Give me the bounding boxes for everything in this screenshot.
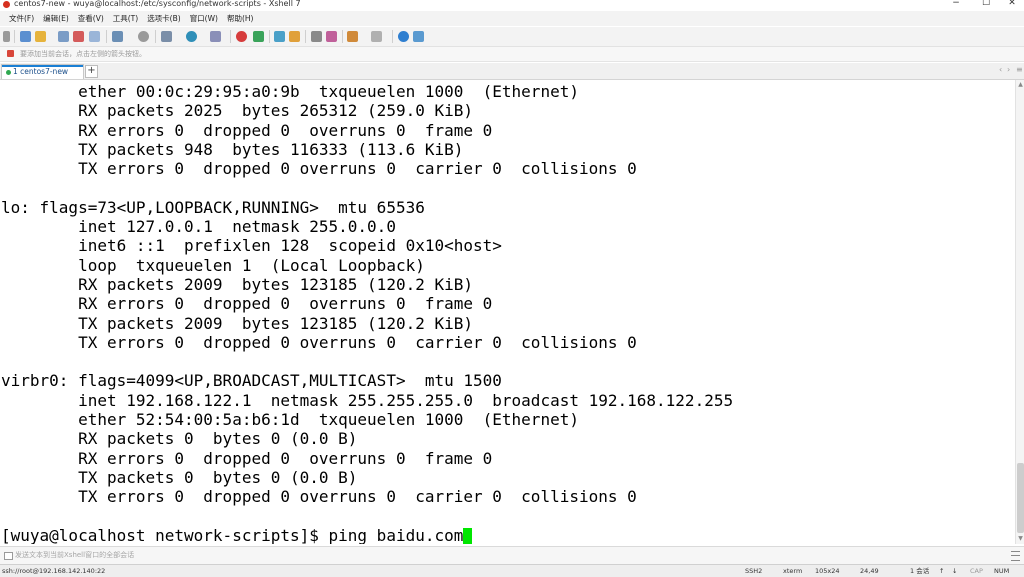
tab-centos7-new[interactable]: 1 centos7-new: [1, 64, 84, 79]
shell-prompt: [wuya@localhost network-scripts]$: [1, 525, 329, 544]
tab-scroll-left-icon[interactable]: ‹: [999, 65, 1002, 74]
menu-help[interactable]: 帮助(H): [223, 11, 259, 26]
terminal-line: inet 192.168.122.1 netmask 255.255.255.0…: [1, 390, 734, 410]
terminal-line: RX packets 0 bytes 0 (0.0 B): [1, 429, 358, 449]
highlight-icon[interactable]: [326, 31, 337, 42]
terminal-line: TX errors 0 dropped 0 overruns 0 carrier…: [1, 332, 637, 352]
num-lock-indicator: NUM: [994, 567, 1010, 575]
menu-edit[interactable]: 编辑(E): [39, 11, 74, 26]
xshell-logo-icon: [3, 1, 10, 8]
new-tab-button[interactable]: +: [85, 65, 98, 78]
compose-menu-icon[interactable]: [1011, 551, 1020, 561]
menu-bar: 文件(F) 编辑(E) 查看(V) 工具(T) 选项卡(B) 窗口(W) 帮助(H): [0, 11, 1024, 26]
compose-placeholder: 发送文本到当前Xshell窗口的全部会话: [15, 551, 135, 559]
terminal-line: virbr0: flags=4099<UP,BROADCAST,MULTICAS…: [1, 371, 502, 391]
toolbar-separator: [392, 30, 393, 43]
keyboard-icon[interactable]: [311, 31, 322, 42]
terminal-line: TX errors 0 dropped 0 overruns 0 carrier…: [1, 487, 637, 507]
tile-windows-icon[interactable]: [371, 31, 382, 42]
terminal-type-status: xterm: [783, 567, 803, 575]
cursor-position-status: 24,49: [860, 567, 879, 575]
status-bar: ssh://root@192.168.142.140:22 SSH2 xterm…: [0, 564, 1024, 577]
toolbar-separator: [14, 30, 15, 43]
menu-tools[interactable]: 工具(T): [109, 11, 143, 26]
hint-text: 要添加当前会话，点击左侧的箭头按钮。: [20, 50, 146, 58]
maximize-button[interactable]: ☐: [976, 0, 996, 10]
toolbar-separator: [269, 30, 270, 43]
properties-icon[interactable]: [89, 31, 100, 42]
terminal-pane[interactable]: ether 00:0c:29:95:a0:9b txqueuelen 1000 …: [0, 80, 1014, 544]
close-button[interactable]: ✕: [1002, 0, 1022, 10]
globe-icon[interactable]: [186, 31, 197, 42]
bookmark-icon[interactable]: [7, 50, 14, 57]
menu-view[interactable]: 查看(V): [74, 11, 109, 26]
vertical-scrollbar[interactable]: ▲ ▼: [1015, 80, 1024, 544]
transfer-icon[interactable]: [112, 31, 123, 42]
scroll-down-icon[interactable]: ▼: [1017, 535, 1024, 543]
download-arrow-icon: ↓: [952, 567, 958, 575]
terminal-line: inet 127.0.0.1 netmask 255.0.0.0: [1, 217, 396, 237]
minimize-button[interactable]: −: [946, 0, 966, 10]
terminal-cursor: [463, 527, 473, 544]
terminal-line: ether 00:0c:29:95:a0:9b txqueuelen 1000 …: [1, 82, 579, 101]
toolbar: [0, 27, 1024, 47]
menu-tabs[interactable]: 选项卡(B): [143, 11, 186, 26]
caps-lock-indicator: CAP: [970, 567, 983, 575]
toolbar-separator: [305, 30, 306, 43]
lock-icon[interactable]: [289, 31, 300, 42]
terminal-line: TX errors 0 dropped 0 overruns 0 carrier…: [1, 159, 637, 179]
terminal-line: ether 52:54:00:5a:b6:1d txqueuelen 1000 …: [1, 410, 579, 430]
session-count-status: 1 会话: [910, 567, 930, 575]
script-icon[interactable]: [347, 31, 358, 42]
terminal-line: RX errors 0 dropped 0 overruns 0 frame 0: [1, 448, 493, 468]
terminal-size-status: 105x24: [815, 567, 840, 575]
upload-arrow-icon: ↑: [939, 567, 945, 575]
terminal-line: inet6 ::1 prefixlen 128 scopeid 0x10<hos…: [1, 236, 502, 256]
command-input[interactable]: ping baidu.com: [329, 526, 464, 544]
terminal-line: loop txqueuelen 1 (Local Loopback): [1, 255, 425, 275]
protocol-status: SSH2: [745, 567, 763, 575]
menu-file[interactable]: 文件(F): [5, 11, 39, 26]
xftp-icon[interactable]: [253, 31, 264, 42]
scrollbar-thumb[interactable]: [1017, 463, 1024, 533]
reconnect-icon[interactable]: [58, 31, 69, 42]
compose-bar[interactable]: 发送文本到当前Xshell窗口的全部会话: [0, 546, 1024, 564]
toolbar-separator: [342, 30, 343, 43]
terminal-line: RX errors 0 dropped 0 overruns 0 frame 0: [1, 120, 493, 140]
compose-icon: [4, 552, 13, 560]
toolbar-grip-icon: [3, 31, 10, 42]
connected-status-icon: [6, 70, 11, 75]
window-title: centos7-new - wuya@localhost:/etc/syscon…: [14, 0, 301, 8]
open-folder-icon[interactable]: [35, 31, 46, 42]
menu-window[interactable]: 窗口(W): [186, 11, 223, 26]
tab-scroll-right-icon[interactable]: ›: [1007, 65, 1010, 74]
xagent-icon[interactable]: [236, 31, 247, 42]
chat-icon[interactable]: [413, 31, 424, 42]
terminal-line: RX packets 2009 bytes 123185 (120.2 KiB): [1, 274, 474, 294]
tab-bar: 1 centos7-new + ‹ › ≡: [0, 63, 1024, 80]
fullscreen-icon[interactable]: [274, 31, 285, 42]
terminal-line: TX packets 0 bytes 0 (0.0 B): [1, 467, 358, 487]
terminal-line: TX packets 948 bytes 116333 (113.6 KiB): [1, 139, 464, 159]
tab-list-menu-icon[interactable]: ≡: [1016, 65, 1023, 74]
terminal-line: TX packets 2009 bytes 123185 (120.2 KiB): [1, 313, 474, 333]
session-hint-bar: 要添加当前会话，点击左侧的箭头按钮。: [0, 47, 1024, 62]
tab-label: 1 centos7-new: [13, 67, 69, 76]
connection-info: ssh://root@192.168.142.140:22: [2, 567, 106, 575]
toolbar-separator: [106, 30, 107, 43]
terminal-output: ether 00:0c:29:95:a0:9b txqueuelen 1000 …: [1, 82, 733, 544]
layout-icon[interactable]: [161, 31, 172, 42]
find-icon[interactable]: [138, 31, 149, 42]
terminal-line: RX errors 0 dropped 0 overruns 0 frame 0: [1, 294, 493, 314]
terminal-line: lo: flags=73<UP,LOOPBACK,RUNNING> mtu 65…: [1, 197, 425, 217]
font-icon[interactable]: [210, 31, 221, 42]
title-bar: centos7-new - wuya@localhost:/etc/syscon…: [0, 0, 1024, 10]
help-icon[interactable]: [398, 31, 409, 42]
terminal-line: RX packets 2025 bytes 265312 (259.0 KiB): [1, 101, 474, 121]
toolbar-separator: [230, 30, 231, 43]
scroll-up-icon[interactable]: ▲: [1017, 81, 1024, 89]
new-session-icon[interactable]: [20, 31, 31, 42]
toolbar-separator: [155, 30, 156, 43]
disconnect-icon[interactable]: [73, 31, 84, 42]
